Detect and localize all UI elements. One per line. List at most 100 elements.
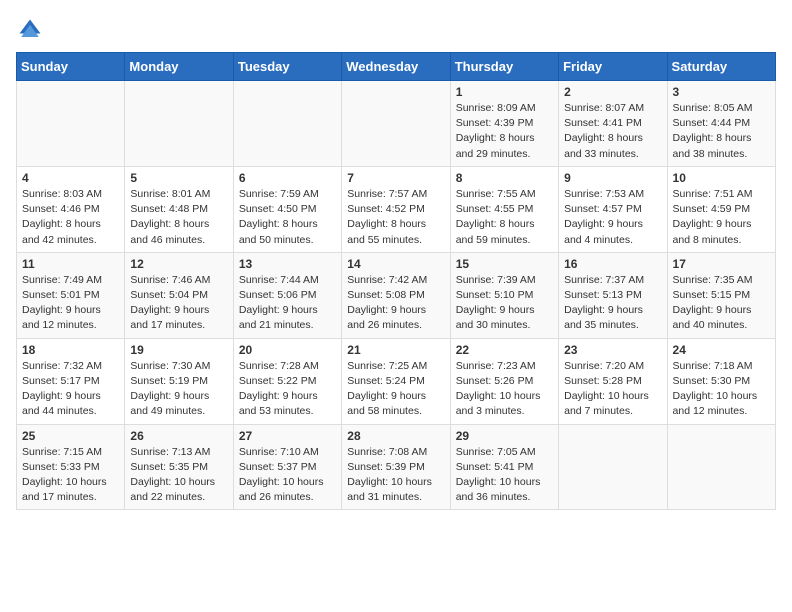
- calendar-cell: [17, 81, 125, 167]
- calendar-cell: 28 Sunrise: 7:08 AM Sunset: 5:39 PM Dayli…: [342, 424, 450, 510]
- cell-info: Sunrise: 7:13 AM Sunset: 5:35 PM Dayligh…: [130, 445, 227, 506]
- day-number: 14: [347, 257, 444, 271]
- cell-info: Sunrise: 7:28 AM Sunset: 5:22 PM Dayligh…: [239, 359, 336, 420]
- day-number: 21: [347, 343, 444, 357]
- calendar-cell: [125, 81, 233, 167]
- calendar-cell: 8 Sunrise: 7:55 AM Sunset: 4:55 PM Daylig…: [450, 166, 558, 252]
- day-header-friday: Friday: [559, 53, 667, 81]
- calendar-week-3: 11 Sunrise: 7:49 AM Sunset: 5:01 PM Dayli…: [17, 252, 776, 338]
- day-number: 11: [22, 257, 119, 271]
- calendar-cell: 17 Sunrise: 7:35 AM Sunset: 5:15 PM Dayli…: [667, 252, 775, 338]
- calendar-table: SundayMondayTuesdayWednesdayThursdayFrid…: [16, 52, 776, 510]
- calendar-cell: 14 Sunrise: 7:42 AM Sunset: 5:08 PM Dayli…: [342, 252, 450, 338]
- cell-info: Sunrise: 7:57 AM Sunset: 4:52 PM Dayligh…: [347, 187, 444, 248]
- calendar-cell: 2 Sunrise: 8:07 AM Sunset: 4:41 PM Daylig…: [559, 81, 667, 167]
- day-number: 12: [130, 257, 227, 271]
- cell-info: Sunrise: 7:59 AM Sunset: 4:50 PM Dayligh…: [239, 187, 336, 248]
- cell-info: Sunrise: 7:55 AM Sunset: 4:55 PM Dayligh…: [456, 187, 553, 248]
- cell-info: Sunrise: 8:05 AM Sunset: 4:44 PM Dayligh…: [673, 101, 770, 162]
- cell-info: Sunrise: 7:18 AM Sunset: 5:30 PM Dayligh…: [673, 359, 770, 420]
- day-number: 18: [22, 343, 119, 357]
- cell-info: Sunrise: 7:35 AM Sunset: 5:15 PM Dayligh…: [673, 273, 770, 334]
- calendar-cell: 27 Sunrise: 7:10 AM Sunset: 5:37 PM Dayli…: [233, 424, 341, 510]
- day-number: 10: [673, 171, 770, 185]
- day-number: 25: [22, 429, 119, 443]
- day-number: 3: [673, 85, 770, 99]
- calendar-cell: 10Sunrise: 7:51 AM Sunset: 4:59 PM Dayli…: [667, 166, 775, 252]
- calendar-cell: 24 Sunrise: 7:18 AM Sunset: 5:30 PM Dayli…: [667, 338, 775, 424]
- calendar-cell: [233, 81, 341, 167]
- day-header-thursday: Thursday: [450, 53, 558, 81]
- calendar-header-row: SundayMondayTuesdayWednesdayThursdayFrid…: [17, 53, 776, 81]
- cell-info: Sunrise: 7:23 AM Sunset: 5:26 PM Dayligh…: [456, 359, 553, 420]
- cell-info: Sunrise: 7:15 AM Sunset: 5:33 PM Dayligh…: [22, 445, 119, 506]
- day-header-sunday: Sunday: [17, 53, 125, 81]
- day-number: 29: [456, 429, 553, 443]
- calendar-week-4: 18 Sunrise: 7:32 AM Sunset: 5:17 PM Dayli…: [17, 338, 776, 424]
- calendar-cell: 6 Sunrise: 7:59 AM Sunset: 4:50 PM Daylig…: [233, 166, 341, 252]
- calendar-cell: 25 Sunrise: 7:15 AM Sunset: 5:33 PM Dayli…: [17, 424, 125, 510]
- day-number: 6: [239, 171, 336, 185]
- calendar-cell: 26 Sunrise: 7:13 AM Sunset: 5:35 PM Dayli…: [125, 424, 233, 510]
- day-number: 8: [456, 171, 553, 185]
- day-number: 1: [456, 85, 553, 99]
- cell-info: Sunrise: 7:32 AM Sunset: 5:17 PM Dayligh…: [22, 359, 119, 420]
- cell-info: Sunrise: 7:44 AM Sunset: 5:06 PM Dayligh…: [239, 273, 336, 334]
- day-header-wednesday: Wednesday: [342, 53, 450, 81]
- day-header-tuesday: Tuesday: [233, 53, 341, 81]
- cell-info: Sunrise: 7:25 AM Sunset: 5:24 PM Dayligh…: [347, 359, 444, 420]
- cell-info: Sunrise: 7:42 AM Sunset: 5:08 PM Dayligh…: [347, 273, 444, 334]
- day-number: 26: [130, 429, 227, 443]
- day-number: 4: [22, 171, 119, 185]
- calendar-cell: [559, 424, 667, 510]
- calendar-cell: [667, 424, 775, 510]
- cell-info: Sunrise: 7:39 AM Sunset: 5:10 PM Dayligh…: [456, 273, 553, 334]
- calendar-cell: 15 Sunrise: 7:39 AM Sunset: 5:10 PM Dayli…: [450, 252, 558, 338]
- calendar-cell: 4 Sunrise: 8:03 AM Sunset: 4:46 PM Daylig…: [17, 166, 125, 252]
- calendar-cell: 12Sunrise: 7:46 AM Sunset: 5:04 PM Dayli…: [125, 252, 233, 338]
- day-number: 24: [673, 343, 770, 357]
- calendar-week-1: 1 Sunrise: 8:09 AM Sunset: 4:39 PM Daylig…: [17, 81, 776, 167]
- day-number: 19: [130, 343, 227, 357]
- calendar-cell: 7 Sunrise: 7:57 AM Sunset: 4:52 PM Daylig…: [342, 166, 450, 252]
- day-number: 2: [564, 85, 661, 99]
- calendar-cell: 20Sunrise: 7:28 AM Sunset: 5:22 PM Dayli…: [233, 338, 341, 424]
- calendar-cell: 11 Sunrise: 7:49 AM Sunset: 5:01 PM Dayli…: [17, 252, 125, 338]
- page-header: [16, 16, 776, 44]
- day-header-monday: Monday: [125, 53, 233, 81]
- day-number: 28: [347, 429, 444, 443]
- day-number: 17: [673, 257, 770, 271]
- cell-info: Sunrise: 8:01 AM Sunset: 4:48 PM Dayligh…: [130, 187, 227, 248]
- calendar-week-5: 25 Sunrise: 7:15 AM Sunset: 5:33 PM Dayli…: [17, 424, 776, 510]
- cell-info: Sunrise: 8:03 AM Sunset: 4:46 PM Dayligh…: [22, 187, 119, 248]
- cell-info: Sunrise: 7:08 AM Sunset: 5:39 PM Dayligh…: [347, 445, 444, 506]
- calendar-cell: 22Sunrise: 7:23 AM Sunset: 5:26 PM Dayli…: [450, 338, 558, 424]
- cell-info: Sunrise: 8:07 AM Sunset: 4:41 PM Dayligh…: [564, 101, 661, 162]
- day-number: 9: [564, 171, 661, 185]
- cell-info: Sunrise: 7:53 AM Sunset: 4:57 PM Dayligh…: [564, 187, 661, 248]
- calendar-cell: 18 Sunrise: 7:32 AM Sunset: 5:17 PM Dayli…: [17, 338, 125, 424]
- day-number: 13: [239, 257, 336, 271]
- logo: [16, 16, 48, 44]
- cell-info: Sunrise: 8:09 AM Sunset: 4:39 PM Dayligh…: [456, 101, 553, 162]
- calendar-cell: 19 Sunrise: 7:30 AM Sunset: 5:19 PM Dayli…: [125, 338, 233, 424]
- day-header-saturday: Saturday: [667, 53, 775, 81]
- logo-icon: [16, 16, 44, 44]
- day-number: 5: [130, 171, 227, 185]
- calendar-cell: [342, 81, 450, 167]
- cell-info: Sunrise: 7:49 AM Sunset: 5:01 PM Dayligh…: [22, 273, 119, 334]
- day-number: 16: [564, 257, 661, 271]
- calendar-cell: 29Sunrise: 7:05 AM Sunset: 5:41 PM Dayli…: [450, 424, 558, 510]
- day-number: 7: [347, 171, 444, 185]
- day-number: 27: [239, 429, 336, 443]
- day-number: 15: [456, 257, 553, 271]
- calendar-cell: 1 Sunrise: 8:09 AM Sunset: 4:39 PM Daylig…: [450, 81, 558, 167]
- cell-info: Sunrise: 7:37 AM Sunset: 5:13 PM Dayligh…: [564, 273, 661, 334]
- cell-info: Sunrise: 7:30 AM Sunset: 5:19 PM Dayligh…: [130, 359, 227, 420]
- cell-info: Sunrise: 7:10 AM Sunset: 5:37 PM Dayligh…: [239, 445, 336, 506]
- calendar-cell: 5 Sunrise: 8:01 AM Sunset: 4:48 PM Daylig…: [125, 166, 233, 252]
- calendar-week-2: 4 Sunrise: 8:03 AM Sunset: 4:46 PM Daylig…: [17, 166, 776, 252]
- calendar-cell: 9 Sunrise: 7:53 AM Sunset: 4:57 PM Daylig…: [559, 166, 667, 252]
- calendar-cell: 3 Sunrise: 8:05 AM Sunset: 4:44 PM Daylig…: [667, 81, 775, 167]
- cell-info: Sunrise: 7:20 AM Sunset: 5:28 PM Dayligh…: [564, 359, 661, 420]
